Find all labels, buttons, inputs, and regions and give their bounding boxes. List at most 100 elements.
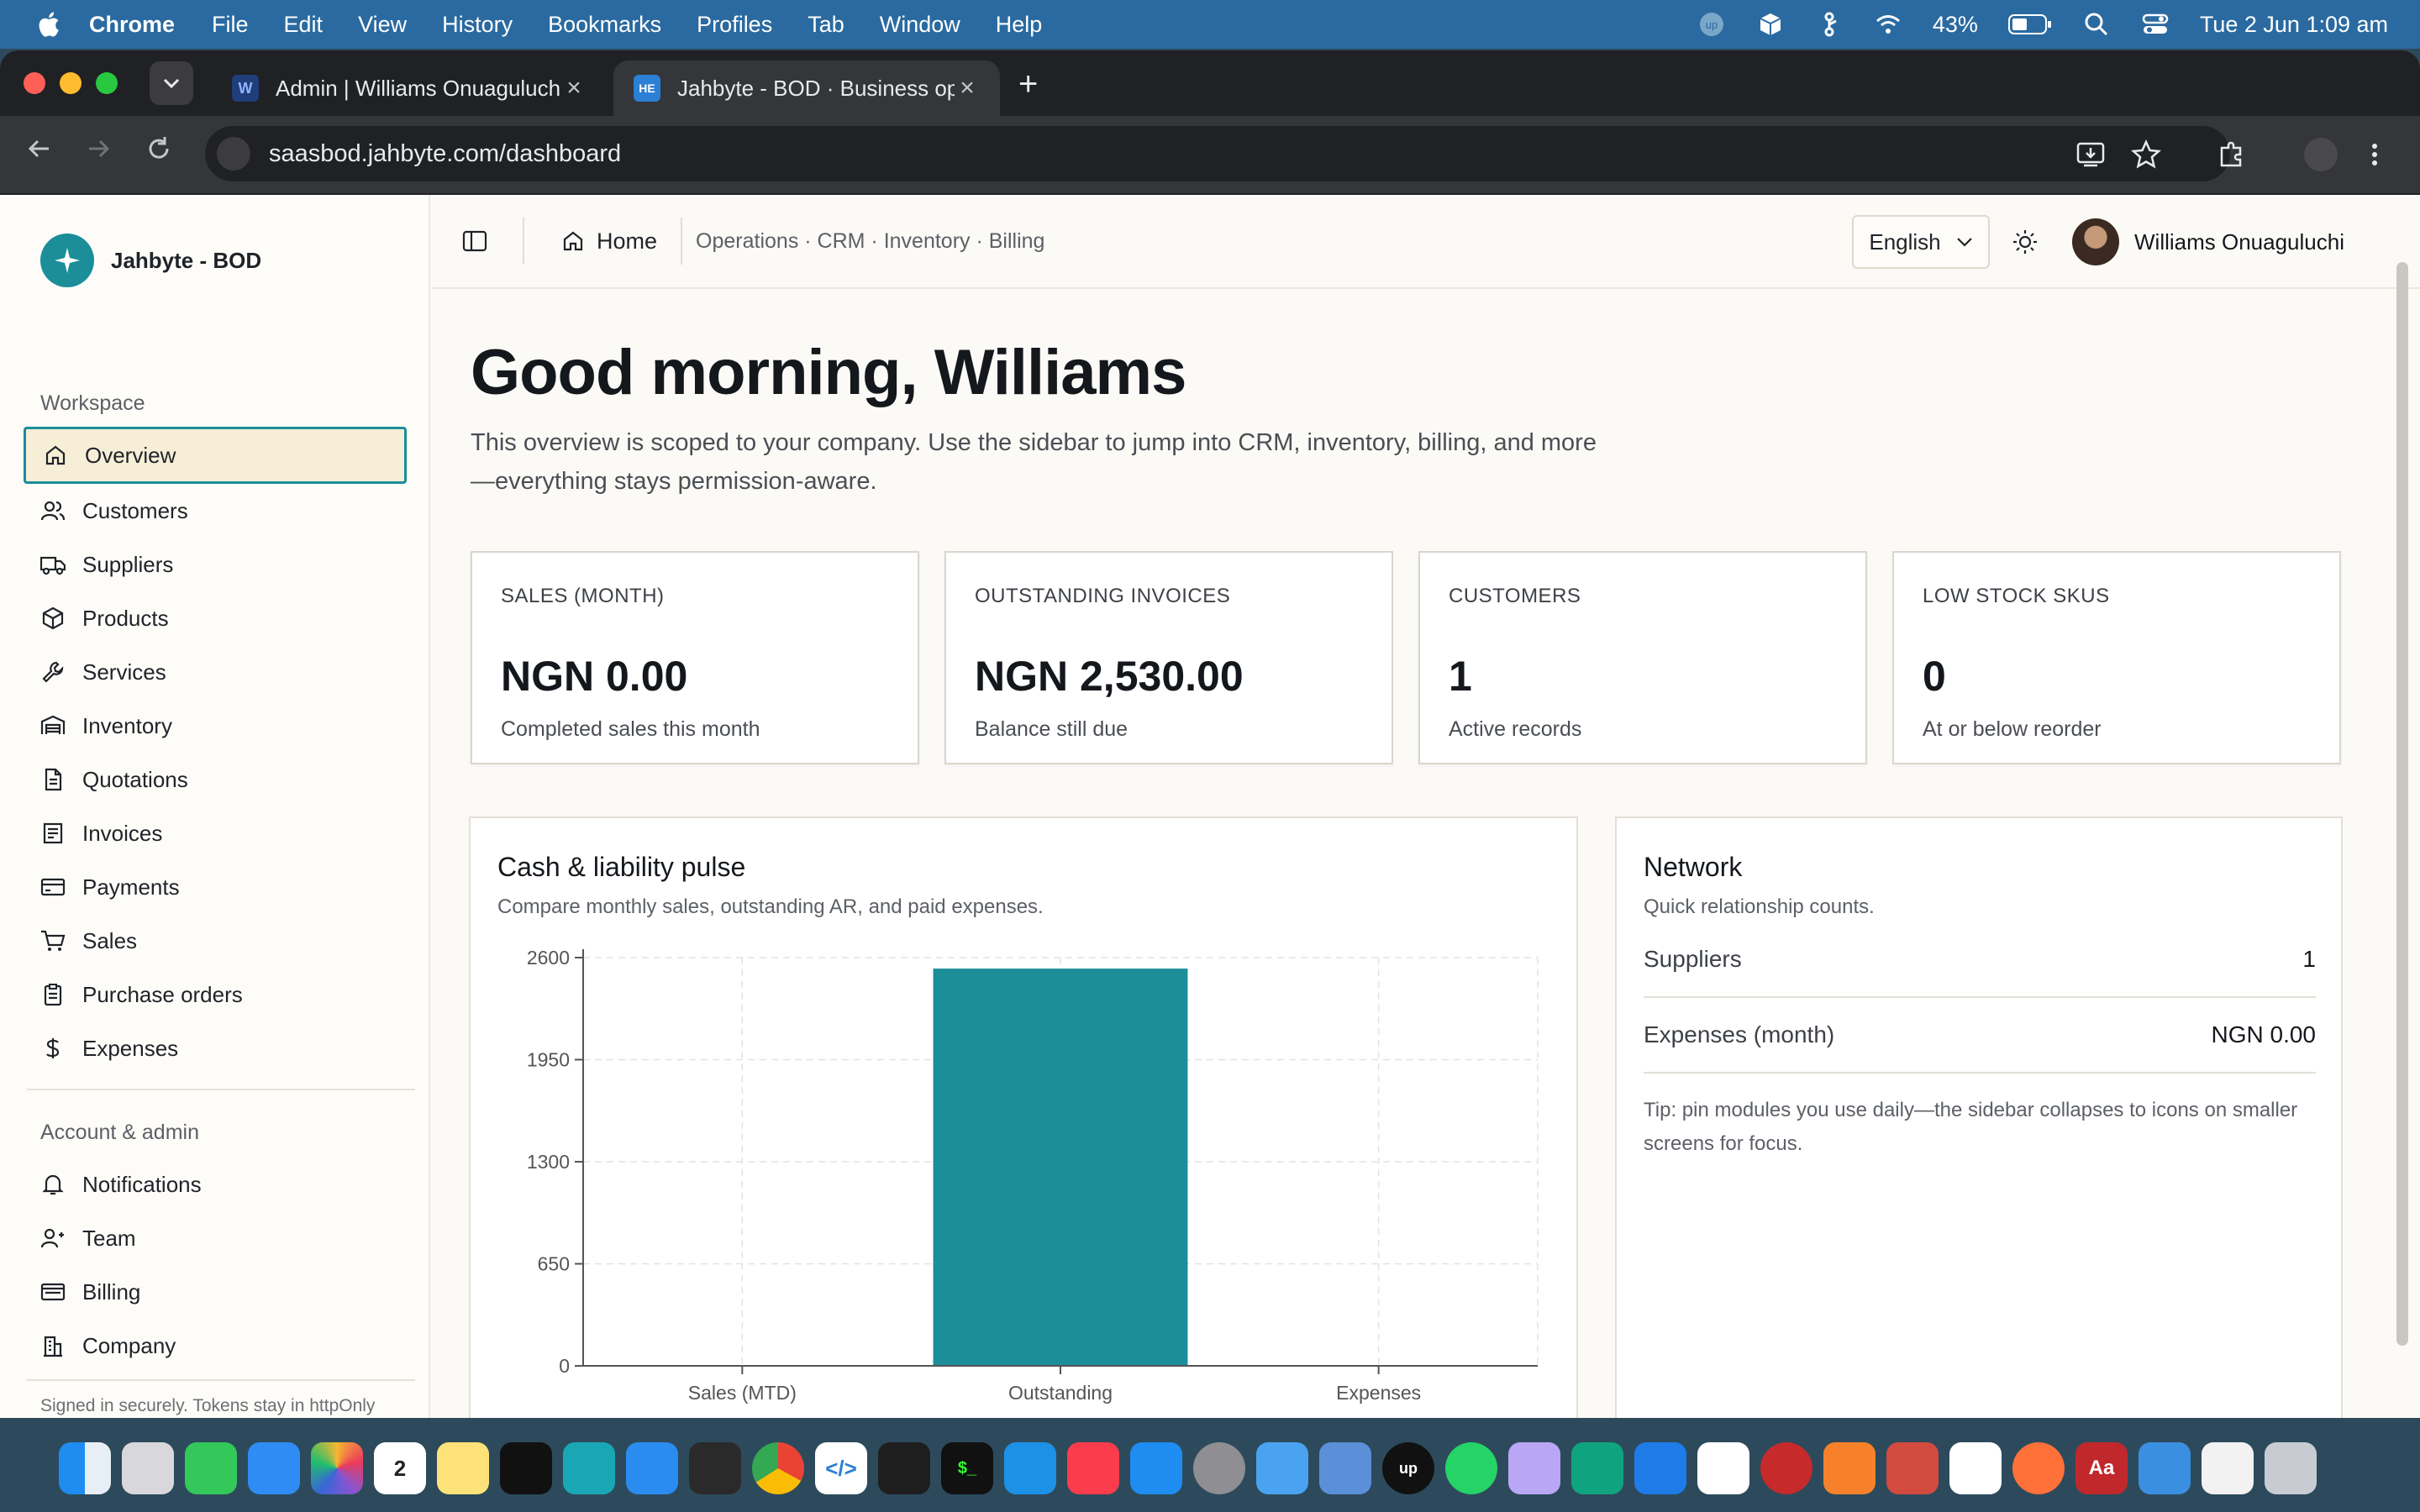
chrome-icon[interactable] (752, 1442, 804, 1494)
menu-edit[interactable]: Edit (284, 12, 324, 38)
system-settings-icon[interactable] (1193, 1442, 1245, 1494)
music-icon[interactable] (1067, 1442, 1119, 1494)
menu-file[interactable]: File (212, 12, 249, 38)
sidebar-item-billing[interactable]: Billing (24, 1263, 407, 1320)
apple-logo-icon[interactable] (35, 10, 60, 39)
sidebar-item-payments[interactable]: Payments (24, 858, 407, 916)
sidebar-item-inventory[interactable]: Inventory (24, 697, 407, 754)
menu-window[interactable]: Window (880, 12, 960, 38)
tab-search-button[interactable] (150, 61, 193, 105)
photos-icon[interactable] (311, 1442, 363, 1494)
menu-app-name[interactable]: Chrome (89, 12, 175, 38)
bookmark-star-icon[interactable] (2131, 139, 2161, 170)
sidebar-item-company[interactable]: Company (24, 1317, 407, 1374)
spotlight-search-icon[interactable] (2082, 10, 2111, 39)
sidebar-item-team[interactable]: Team (24, 1210, 407, 1267)
theme-toggle-sun-icon[interactable] (2012, 228, 2039, 255)
sidebar-item-expenses[interactable]: Expenses (24, 1020, 407, 1077)
address-bar[interactable]: saasbod.jahbyte.com/dashboard (205, 126, 2230, 181)
vscode-icon[interactable]: </> (815, 1442, 867, 1494)
breadcrumb-home[interactable]: Home (561, 228, 657, 255)
cube-status-icon[interactable] (1756, 10, 1785, 39)
mongodb-icon[interactable] (1697, 1442, 1749, 1494)
sidebar-item-quotations[interactable]: Quotations (24, 751, 407, 808)
notes-icon[interactable] (437, 1442, 489, 1494)
zoom-window-button[interactable] (96, 72, 118, 94)
whatsapp-icon[interactable] (1445, 1442, 1497, 1494)
user-menu[interactable]: Williams Onuaguluchi (2072, 218, 2344, 265)
apple-tv-icon[interactable] (500, 1442, 552, 1494)
disk-utility-icon[interactable] (2139, 1442, 2191, 1494)
sidebar-item-suppliers[interactable]: Suppliers (24, 536, 407, 593)
control-center-icon[interactable] (2141, 10, 2170, 39)
figma-icon[interactable] (878, 1442, 930, 1494)
launchpad-icon[interactable] (122, 1442, 174, 1494)
menu-bookmarks[interactable]: Bookmarks (548, 12, 661, 38)
proton-vpn-icon[interactable] (1508, 1442, 1560, 1494)
menu-history[interactable]: History (442, 12, 513, 38)
cursor-icon[interactable] (689, 1442, 741, 1494)
menu-tab[interactable]: Tab (808, 12, 844, 38)
pages-icon[interactable] (1823, 1442, 1876, 1494)
minimize-window-button[interactable] (60, 72, 82, 94)
sidebar-item-customers[interactable]: Customers (24, 482, 407, 539)
messages-icon[interactable] (185, 1442, 237, 1494)
upwork-icon[interactable]: up (1382, 1442, 1434, 1494)
extensions-icon[interactable] (2217, 139, 2247, 170)
sidebar-item-invoices[interactable]: Invoices (24, 805, 407, 862)
menu-profiles[interactable]: Profiles (697, 12, 772, 38)
close-window-button[interactable] (24, 72, 45, 94)
browser-tab-admin[interactable]: W Admin | Williams Onuaguluchi × (212, 60, 607, 116)
terminal-icon[interactable]: $_ (941, 1442, 993, 1494)
files-icon[interactable] (1256, 1442, 1308, 1494)
simulator-icon[interactable] (1319, 1442, 1371, 1494)
forward-arrow-icon[interactable] (84, 134, 113, 171)
edge-icon[interactable] (563, 1442, 615, 1494)
page-scrollbar[interactable] (2396, 262, 2408, 1346)
menu-help[interactable]: Help (996, 12, 1043, 38)
xcode-icon[interactable] (1634, 1442, 1686, 1494)
close-tab-icon[interactable]: × (561, 74, 587, 102)
sidebar-item-products[interactable]: Products (24, 590, 407, 647)
dictionary-icon[interactable]: Aa (2075, 1442, 2128, 1494)
trash-icon[interactable] (2265, 1442, 2317, 1494)
sidebar-item-purchase-orders[interactable]: Purchase orders (24, 966, 407, 1023)
sidebar-item-overview[interactable]: Overview (24, 427, 407, 484)
sidebar-item-label: Invoices (82, 820, 163, 846)
back-arrow-icon[interactable] (25, 134, 54, 171)
page-topbar: Home Operations · CRM · Inventory · Bill… (432, 195, 2420, 289)
calendar-icon[interactable]: 2 (374, 1442, 426, 1494)
mail-icon[interactable] (248, 1442, 300, 1494)
app-store-icon[interactable] (1130, 1442, 1182, 1494)
safari-icon[interactable] (626, 1442, 678, 1494)
chatgpt-icon[interactable] (1571, 1442, 1623, 1494)
reload-icon[interactable] (145, 134, 173, 171)
upwork-status-icon[interactable]: up (1697, 10, 1726, 39)
url-text[interactable]: saasbod.jahbyte.com/dashboard (269, 140, 621, 168)
battery-icon[interactable] (2007, 13, 2052, 35)
document-icon[interactable] (2202, 1442, 2254, 1494)
sidebar-item-notifications[interactable]: Notifications (24, 1156, 407, 1213)
finder-icon[interactable] (59, 1442, 111, 1494)
menu-view[interactable]: View (358, 12, 407, 38)
sidebar-item-sales[interactable]: Sales (24, 912, 407, 969)
docker-icon[interactable] (1004, 1442, 1056, 1494)
new-tab-button[interactable]: + (1018, 66, 1038, 103)
numbers-icon[interactable] (1949, 1442, 2002, 1494)
language-select[interactable]: English (1852, 215, 1990, 269)
wifi-icon[interactable] (1874, 10, 1902, 39)
install-app-icon[interactable] (2075, 139, 2106, 170)
sidebar-toggle-icon[interactable] (462, 230, 487, 252)
sidebar-item-services[interactable]: Services (24, 643, 407, 701)
archive-icon[interactable] (1886, 1442, 1939, 1494)
git-status-icon[interactable] (1815, 10, 1844, 39)
close-tab-icon[interactable]: × (955, 74, 980, 102)
menubar-clock[interactable]: Tue 2 Jun 1:09 am (2200, 12, 2388, 38)
brand[interactable]: Jahbyte - BOD (40, 234, 261, 287)
profile-avatar-button[interactable] (2304, 138, 2338, 171)
browser-tab-jahbyte[interactable]: HE Jahbyte - BOD · Business ope × (613, 60, 1000, 116)
firefox-icon[interactable] (2012, 1442, 2065, 1494)
site-info-icon[interactable] (217, 137, 250, 171)
more-menu-icon[interactable] (2370, 139, 2380, 170)
git-client-icon[interactable] (1760, 1442, 1812, 1494)
